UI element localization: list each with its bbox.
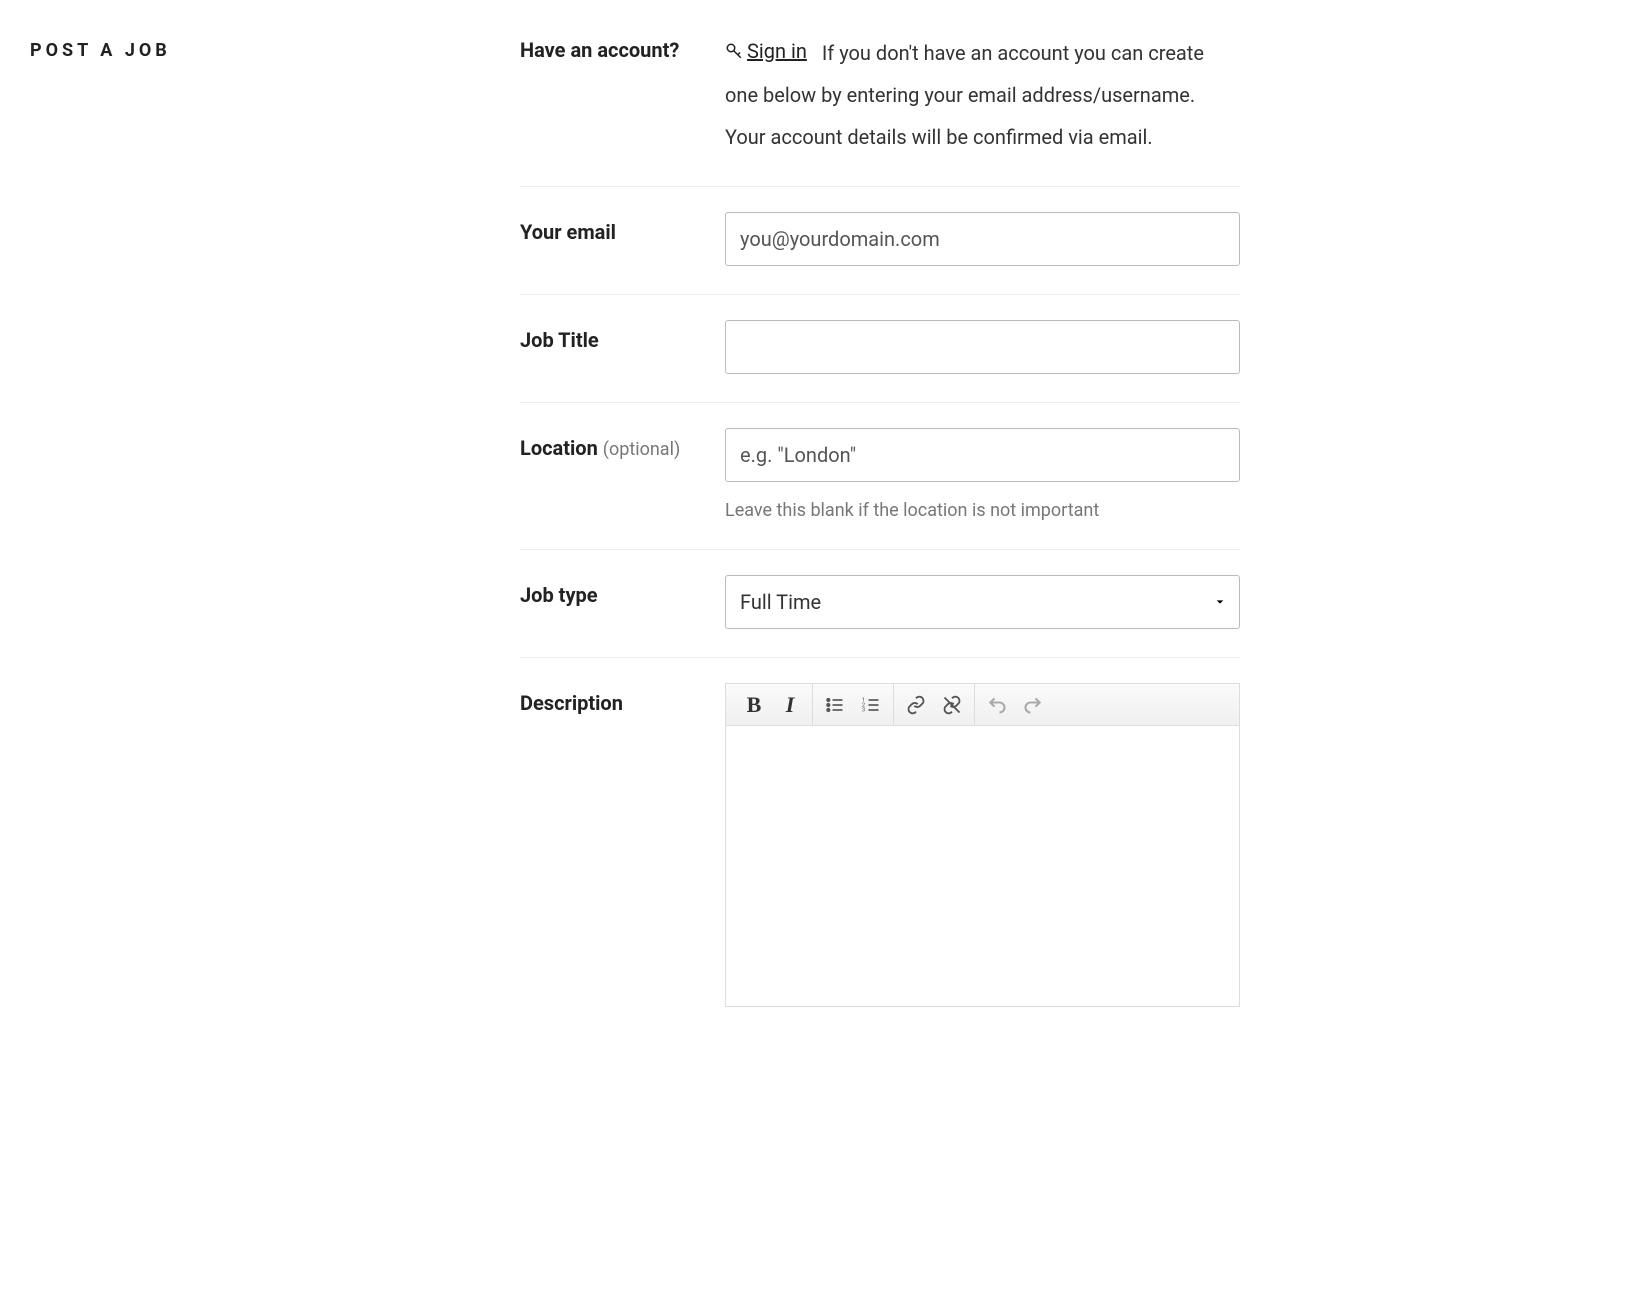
job-title-row: Job Title [520, 295, 1240, 403]
description-label: Description [520, 683, 725, 717]
job-type-label: Job type [520, 575, 725, 609]
undo-icon [987, 695, 1007, 715]
location-row: Location (optional) Leave this blank if … [520, 403, 1240, 550]
account-label: Have an account? [520, 30, 725, 64]
email-label: Your email [520, 212, 725, 246]
bold-button[interactable]: B [736, 687, 772, 723]
description-row: Description B I [520, 658, 1240, 1035]
key-icon [725, 42, 743, 60]
italic-button[interactable]: I [772, 687, 808, 723]
sidebar: POST A JOB [30, 30, 520, 61]
optional-hint: (optional) [603, 439, 680, 460]
location-field[interactable] [725, 428, 1240, 482]
link-button[interactable] [898, 687, 934, 723]
redo-icon [1023, 695, 1043, 715]
rich-text-editor: B I [725, 683, 1240, 1007]
bullet-list-icon [825, 695, 845, 715]
description-field[interactable] [726, 726, 1239, 1006]
unlink-button[interactable] [934, 687, 970, 723]
editor-toolbar: B I [726, 684, 1239, 726]
email-field[interactable] [725, 212, 1240, 266]
sign-in-link[interactable]: Sign in [725, 30, 807, 72]
link-icon [906, 695, 926, 715]
page-title: POST A JOB [30, 40, 520, 61]
job-title-label: Job Title [520, 320, 725, 354]
location-label: Location (optional) [520, 428, 725, 462]
svg-text:3: 3 [862, 707, 865, 713]
numbered-list-icon: 1 2 3 [861, 695, 881, 715]
job-type-select[interactable]: Full Time [725, 575, 1240, 629]
sign-in-text: Sign in [747, 30, 807, 72]
job-form: Have an account? Sign in If you don't ha… [520, 30, 1240, 1035]
email-row: Your email [520, 187, 1240, 295]
unlink-icon [942, 695, 962, 715]
job-title-field[interactable] [725, 320, 1240, 374]
account-row: Have an account? Sign in If you don't ha… [520, 30, 1240, 187]
numbered-list-button[interactable]: 1 2 3 [853, 687, 889, 723]
bullet-list-button[interactable] [817, 687, 853, 723]
undo-button[interactable] [979, 687, 1015, 723]
redo-button[interactable] [1015, 687, 1051, 723]
location-help-text: Leave this blank if the location is not … [725, 500, 1240, 521]
job-type-row: Job type Full Time [520, 550, 1240, 658]
